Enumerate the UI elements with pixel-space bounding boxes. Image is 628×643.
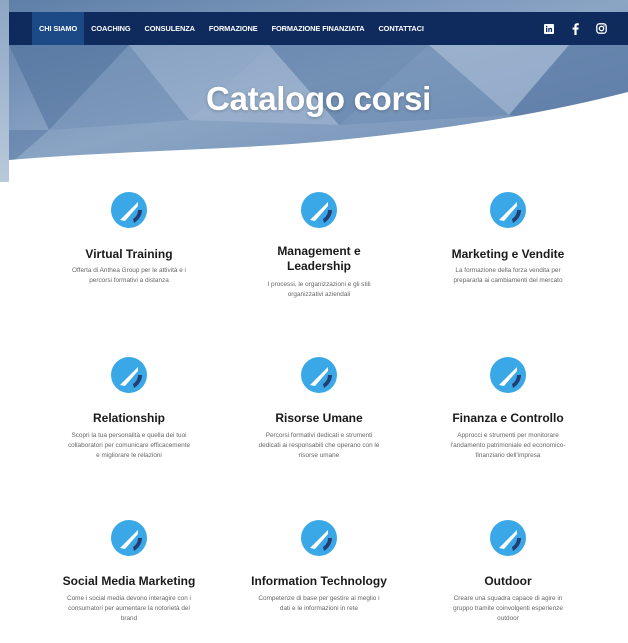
course-description-line: collaboratori per comunicare efficacemen… — [67, 442, 191, 449]
nav-item-formazione[interactable]: FORMAZIONE — [202, 12, 265, 45]
course-title: Relationship — [92, 411, 165, 425]
course-card-marketing-vendite[interactable]: Marketing e Vendite La formazione della … — [413, 190, 603, 286]
course-description-line: dati e le informazioni in rete — [279, 605, 359, 612]
course-description-line: l'andamento patrimoniale ed economico- — [450, 442, 566, 449]
course-description-line: Creare una squadra capace di agire in — [453, 595, 563, 602]
course-logo-icon — [109, 518, 149, 558]
linkedin-icon[interactable] — [543, 23, 555, 35]
course-description-line: Competenze di base per gestire al meglio… — [258, 595, 380, 602]
page: CHI SIAMO COACHING CONSULENZA FORMAZIONE… — [9, 0, 628, 643]
course-title: Information Technology — [251, 574, 387, 588]
course-title: Marketing e Vendite — [451, 247, 565, 261]
course-description-line: Offerta di Anthea Group per le attività … — [72, 267, 186, 274]
course-logo-icon — [299, 355, 339, 395]
course-logo-icon — [488, 355, 528, 395]
course-logo-icon — [109, 190, 149, 230]
instagram-icon[interactable] — [595, 23, 607, 35]
course-card-social-media-marketing[interactable]: Social Media Marketing Come i social med… — [34, 518, 224, 624]
left-background-strip — [0, 0, 9, 182]
course-card-risorse-umane[interactable]: Risorse Umane Percorsi formativi dedicat… — [224, 355, 414, 461]
course-card-finanza-controllo[interactable]: Finanza e Controllo Approcci e strumenti… — [413, 355, 603, 461]
facebook-icon[interactable] — [569, 22, 581, 35]
course-description-line: La formazione della forza vendita per — [455, 267, 561, 274]
course-card-information-technology[interactable]: Information Technology Competenze di bas… — [224, 518, 414, 614]
course-description-line: percorsi formativi a distanza — [89, 277, 169, 284]
course-description-line: risorse umane — [298, 452, 340, 459]
course-title: Outdoor — [484, 574, 532, 588]
course-description-line: gruppo tramite coinvolgenti esperienze — [453, 605, 563, 612]
page-title: Catalogo corsi — [205, 80, 431, 117]
course-logo-icon — [488, 190, 528, 230]
course-description-line: prepararla ai cambiamenti del mercato — [453, 277, 563, 284]
course-title-line: Leadership — [286, 259, 352, 273]
hero-banner: CHI SIAMO COACHING CONSULENZA FORMAZIONE… — [9, 0, 628, 165]
social-links — [529, 12, 607, 45]
course-description-line: organizzativi aziendali — [287, 291, 351, 298]
course-title-line: Management e — [277, 244, 361, 258]
nav-item-coaching[interactable]: COACHING — [84, 12, 137, 45]
nav-item-consulenza[interactable]: CONSULENZA — [138, 12, 202, 45]
course-description-line: Scopri la tua personalità e quella dei t… — [71, 432, 187, 439]
course-description-line: brand — [120, 615, 138, 622]
nav-menu: CHI SIAMO COACHING CONSULENZA FORMAZIONE… — [32, 12, 431, 45]
course-description-line: dedicati ai responsabili che operano con… — [258, 442, 380, 449]
course-description-line: consumatori per aumentare la notorietà d… — [68, 605, 190, 612]
top-navbar: CHI SIAMO COACHING CONSULENZA FORMAZIONE… — [9, 12, 628, 45]
nav-item-chi-siamo[interactable]: CHI SIAMO — [32, 12, 85, 45]
nav-item-contattaci[interactable]: CONTATTACI — [371, 12, 430, 45]
course-description-line: Approcci e strumenti per monitorare — [457, 432, 559, 439]
course-card-relationship[interactable]: Relationship Scopri la tua personalità e… — [34, 355, 224, 461]
course-card-virtual-training[interactable]: Virtual Training Offerta di Anthea Group… — [34, 190, 224, 286]
course-description-line: Come i social media devono interagire co… — [67, 595, 191, 602]
course-logo-icon — [299, 190, 339, 230]
course-description-line: finanziario dell'impresa — [475, 452, 541, 459]
course-card-management-leadership[interactable]: Management e Leadership I processi, le o… — [224, 190, 414, 300]
course-title: Social Media Marketing — [62, 574, 196, 588]
course-description-line: I processi, le organizzazioni e gli stil… — [267, 281, 371, 288]
course-logo-icon — [299, 518, 339, 558]
course-title: Virtual Training — [85, 247, 173, 261]
course-logo-icon — [109, 355, 149, 395]
course-description-line: Percorsi formativi dedicati e strumenti — [265, 432, 373, 439]
nav-item-formazione-finanziata[interactable]: FORMAZIONE FINANZIATA — [265, 12, 372, 45]
course-title: Risorse Umane — [275, 411, 363, 425]
course-title: Finanza e Controllo — [452, 411, 564, 425]
course-description-line: outdoor — [497, 615, 519, 622]
course-card-outdoor[interactable]: Outdoor Creare una squadra capace di agi… — [413, 518, 603, 624]
course-logo-icon — [488, 518, 528, 558]
course-description-line: e migliorare le relazioni — [96, 452, 162, 459]
